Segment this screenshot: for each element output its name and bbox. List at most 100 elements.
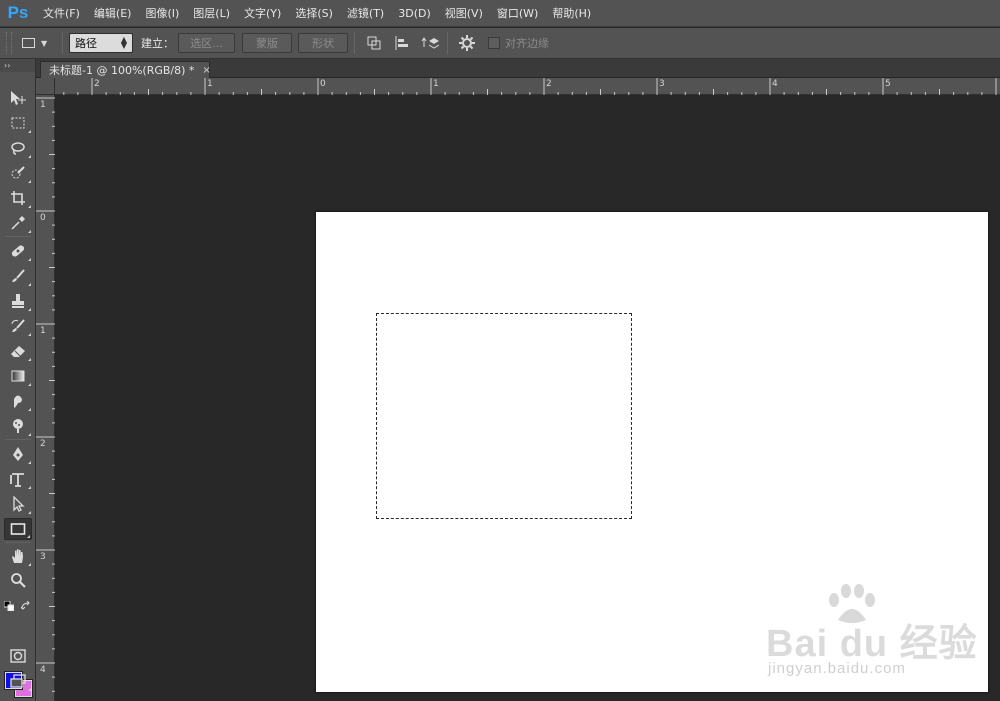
menu-file[interactable]: 文件(F)	[36, 0, 87, 27]
tool-flyout-indicator	[28, 258, 31, 261]
pen-tool-icon	[13, 447, 23, 461]
menu-layer[interactable]: 图层(L)	[186, 0, 237, 27]
ruler-label: 1	[207, 79, 213, 89]
brush-tool[interactable]	[4, 265, 32, 287]
tool-flyout-indicator	[28, 358, 31, 361]
eraser-tool-icon	[11, 346, 25, 357]
divider	[62, 32, 63, 54]
tool-mode-select[interactable]: 路径 ▲ ▼	[69, 33, 133, 53]
document-tab[interactable]: 未标题-1 @ 100%(RGB/8) * ×	[40, 61, 211, 78]
tool-flyout-indicator	[28, 461, 31, 464]
panel-collapse-icon[interactable]: ››	[0, 59, 35, 72]
rectangle-preset-icon	[22, 38, 35, 48]
brush-tool-icon	[12, 269, 25, 282]
tool-flyout-indicator	[28, 230, 31, 233]
zoom-tool[interactable]	[4, 569, 32, 591]
menu-3d[interactable]: 3D(D)	[391, 0, 438, 27]
lasso-tool-icon	[11, 142, 25, 155]
tool-flyout-indicator	[28, 511, 31, 514]
menu-bar: Ps 文件(F) 编辑(E) 图像(I) 图层(L) 文字(Y) 选择(S) 滤…	[0, 0, 1000, 27]
path-arrangement-icon[interactable]	[419, 32, 441, 54]
rectangle-tool-icon	[10, 523, 26, 535]
marquee-tool-icon	[11, 117, 25, 129]
crop-tool[interactable]	[4, 187, 32, 209]
default-colors-icon[interactable]	[3, 596, 15, 612]
move-tool[interactable]	[4, 87, 32, 109]
make-selection-button[interactable]: 选区...	[178, 33, 235, 53]
history-brush-tool[interactable]	[4, 315, 32, 337]
path-alignment-icon[interactable]	[391, 32, 413, 54]
tool-flyout-indicator	[27, 535, 30, 538]
type-tool[interactable]	[4, 468, 32, 490]
rectangular-selection[interactable]	[376, 313, 632, 519]
tool-flyout-indicator	[28, 333, 31, 336]
tool-flyout-indicator	[28, 433, 31, 436]
ruler-origin[interactable]	[36, 78, 55, 95]
tool-flyout-indicator	[28, 205, 31, 208]
menu-image[interactable]: 图像(I)	[138, 0, 186, 27]
menu-window[interactable]: 窗口(W)	[490, 0, 545, 27]
chevron-down-icon: ▼	[41, 38, 48, 48]
ruler-label: 4	[772, 79, 778, 89]
ruler-label: 2	[94, 79, 100, 89]
tool-flyout-indicator	[28, 283, 31, 286]
type-tool-icon	[10, 473, 24, 487]
eraser-tool[interactable]	[4, 340, 32, 362]
vertical-ruler-ticks	[36, 97, 55, 692]
tool-preset-picker[interactable]: ▼	[22, 32, 56, 54]
move-tool-icon	[11, 91, 26, 105]
hand-tool[interactable]	[4, 545, 32, 567]
history-brush-tool-icon	[11, 319, 25, 332]
quick-selection-tool[interactable]	[4, 162, 32, 184]
path-selection-tool[interactable]	[4, 493, 32, 515]
quick-mask-button[interactable]	[4, 645, 32, 667]
menu-select[interactable]: 选择(S)	[288, 0, 340, 27]
swap-colors-icon[interactable]	[20, 596, 31, 610]
rectangle-tool[interactable]	[4, 518, 32, 540]
marquee-tool[interactable]	[4, 112, 32, 134]
make-shape-button[interactable]: 形状	[298, 33, 348, 53]
gear-icon[interactable]	[456, 32, 478, 54]
blur-tool[interactable]	[4, 390, 32, 412]
pen-tool[interactable]	[4, 443, 32, 465]
tool-flyout-indicator	[28, 408, 31, 411]
divider	[5, 236, 31, 237]
canvas-workspace[interactable]: Bai du 经验 jingyan.baidu.com	[56, 96, 1000, 701]
gradient-tool[interactable]	[4, 365, 32, 387]
make-label: 建立：	[141, 37, 174, 50]
watermark-url: jingyan.baidu.com	[768, 660, 906, 677]
zoom-tool-icon	[11, 573, 26, 588]
eyedropper-tool[interactable]	[4, 212, 32, 234]
divider	[5, 439, 31, 440]
healing-brush-tool[interactable]	[4, 240, 32, 262]
lasso-tool[interactable]	[4, 137, 32, 159]
menu-view[interactable]: 视图(V)	[438, 0, 490, 27]
make-mask-button[interactable]: 蒙版	[242, 33, 292, 53]
ruler-label: 5	[885, 79, 891, 89]
tool-flyout-indicator	[28, 688, 31, 691]
dodge-tool-icon	[13, 419, 23, 433]
document-canvas[interactable]: Bai du 经验 jingyan.baidu.com	[316, 212, 988, 692]
app-logo: Ps	[7, 3, 29, 22]
dodge-tool[interactable]	[4, 415, 32, 437]
align-edges-checkbox[interactable]	[488, 37, 500, 49]
menu-filter[interactable]: 滤镜(T)	[340, 0, 391, 27]
menu-type[interactable]: 文字(Y)	[237, 0, 288, 27]
close-icon[interactable]: ×	[202, 65, 210, 76]
menu-help[interactable]: 帮助(H)	[545, 0, 598, 27]
ruler-label: 3	[40, 552, 46, 562]
tools-panel: ››	[0, 59, 36, 701]
clone-stamp-tool-icon	[12, 294, 24, 308]
tool-flyout-indicator	[28, 486, 31, 489]
screen-mode-button[interactable]	[4, 670, 32, 692]
ruler-label: 1	[40, 326, 46, 336]
menu-edit[interactable]: 编辑(E)	[87, 0, 139, 27]
vertical-ruler[interactable]: 1 0 1 2 3 4	[36, 95, 55, 701]
path-operations-icon[interactable]	[363, 32, 385, 54]
options-bar-grip[interactable]	[6, 32, 12, 54]
gradient-tool-icon	[11, 370, 25, 382]
ruler-label: 1	[433, 79, 439, 89]
horizontal-ruler[interactable]: 2 1 0 1 2 3 4 5	[55, 78, 1000, 95]
path-selection-tool-icon	[13, 496, 25, 512]
clone-stamp-tool[interactable]	[4, 290, 32, 312]
